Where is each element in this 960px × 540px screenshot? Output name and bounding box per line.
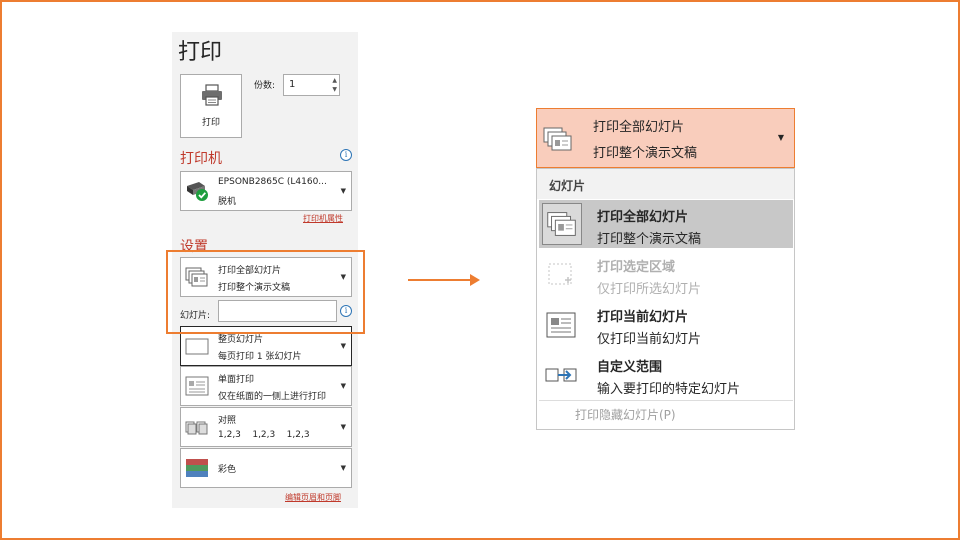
dropdown-selected-title: 打印全部幻灯片 (593, 120, 685, 135)
menu-separator (539, 400, 793, 401)
printer-icon (202, 84, 222, 106)
collate-dropdown[interactable]: 对照 1,2,3 1,2,3 1,2,3 ▼ (180, 407, 352, 447)
current-slide-icon (546, 312, 576, 338)
printer-section-title: 打印机 (180, 151, 222, 167)
printer-name: EPSONB2865C (L4160... (218, 177, 327, 187)
all-slides-icon (543, 127, 572, 151)
chevron-down-icon: ▼ (340, 187, 346, 195)
all-slides-icon (542, 203, 582, 245)
arrow-right-icon (408, 279, 472, 281)
printer-dropdown[interactable]: EPSONB2865C (L4160... 脱机 ▼ (180, 171, 352, 211)
chevron-down-icon: ▼ (340, 382, 346, 390)
setting-line2: 1,2,3 1,2,3 1,2,3 (218, 430, 310, 440)
slide-frame (0, 0, 960, 540)
menu-item-title: 打印全部幻灯片 (597, 210, 689, 225)
menu-item-print-current[interactable]: 打印当前幻灯片 仅打印当前幻灯片 (539, 300, 793, 348)
color-dropdown[interactable]: 彩色 ▼ (180, 448, 352, 488)
copies-input[interactable]: 1 ▲ ▼ (283, 74, 340, 96)
collate-icon (185, 421, 208, 435)
chevron-down-icon: ▼ (777, 133, 784, 142)
page-title: 打印 (178, 40, 223, 65)
printer-properties-link[interactable]: 打印机属性 (303, 213, 343, 224)
chevron-down-icon: ▼ (340, 342, 346, 350)
chevron-down-icon: ▼ (340, 423, 346, 431)
setting-line2: 每页打印 1 张幻灯片 (218, 352, 302, 362)
print-range-dropdown-expanded[interactable]: 打印全部幻灯片 打印整个演示文稿 ▼ (536, 108, 795, 168)
menu-item-print-all[interactable]: 打印全部幻灯片 打印整个演示文稿 (539, 200, 793, 248)
menu-item-subtitle: 仅打印所选幻灯片 (597, 282, 702, 297)
copies-value: 1 (289, 79, 296, 90)
menu-item-title: 自定义范围 (597, 360, 663, 375)
copies-label: 份数: (254, 81, 276, 91)
printer-status-icon (187, 182, 208, 201)
print-button-label: 打印 (201, 118, 220, 128)
print-range-menu: 幻灯片 打印全部幻灯片 打印整个演示文稿 打印选定区域 仅打印所选幻灯片 打印当… (536, 168, 795, 430)
menu-item-subtitle: 打印整个演示文稿 (597, 232, 702, 247)
full-page-icon (185, 338, 209, 355)
menu-item-print-selection[interactable]: 打印选定区域 仅打印所选幻灯片 (539, 250, 793, 298)
arrowhead-icon (470, 274, 480, 286)
setting-line1: 单面打印 (218, 375, 255, 385)
printer-status: 脱机 (218, 197, 237, 207)
copies-spinner[interactable]: ▲ ▼ (332, 76, 337, 94)
setting-line2: 仅在纸面的一侧上进行打印 (218, 392, 327, 402)
menu-group-header: 幻灯片 (537, 169, 794, 199)
menu-item-subtitle: 仅打印当前幻灯片 (597, 332, 702, 347)
selection-icon (548, 263, 572, 285)
menu-item-title: 打印当前幻灯片 (597, 310, 689, 325)
printer-info-icon[interactable]: i (340, 149, 352, 161)
single-side-icon (185, 376, 209, 396)
chevron-down-icon: ▼ (340, 464, 346, 472)
setting-line1: 彩色 (218, 465, 237, 475)
print-hidden-slides-option[interactable]: 打印隐藏幻灯片(P) (575, 406, 676, 423)
setting-line1: 对照 (218, 416, 237, 426)
menu-item-subtitle: 输入要打印的特定幻灯片 (597, 382, 741, 397)
dropdown-selected-subtitle: 打印整个演示文稿 (593, 146, 698, 161)
sides-dropdown[interactable]: 单面打印 仅在纸面的一侧上进行打印 ▼ (180, 366, 352, 406)
custom-range-icon (545, 368, 577, 382)
color-icon (186, 459, 208, 477)
menu-item-custom-range[interactable]: 自定义范围 输入要打印的特定幻灯片 (539, 350, 793, 398)
menu-item-title: 打印选定区域 (597, 260, 676, 275)
edit-header-footer-link[interactable]: 编辑页眉和页脚 (285, 492, 341, 503)
print-button[interactable]: 打印 (180, 74, 242, 138)
highlight-box (166, 250, 365, 334)
